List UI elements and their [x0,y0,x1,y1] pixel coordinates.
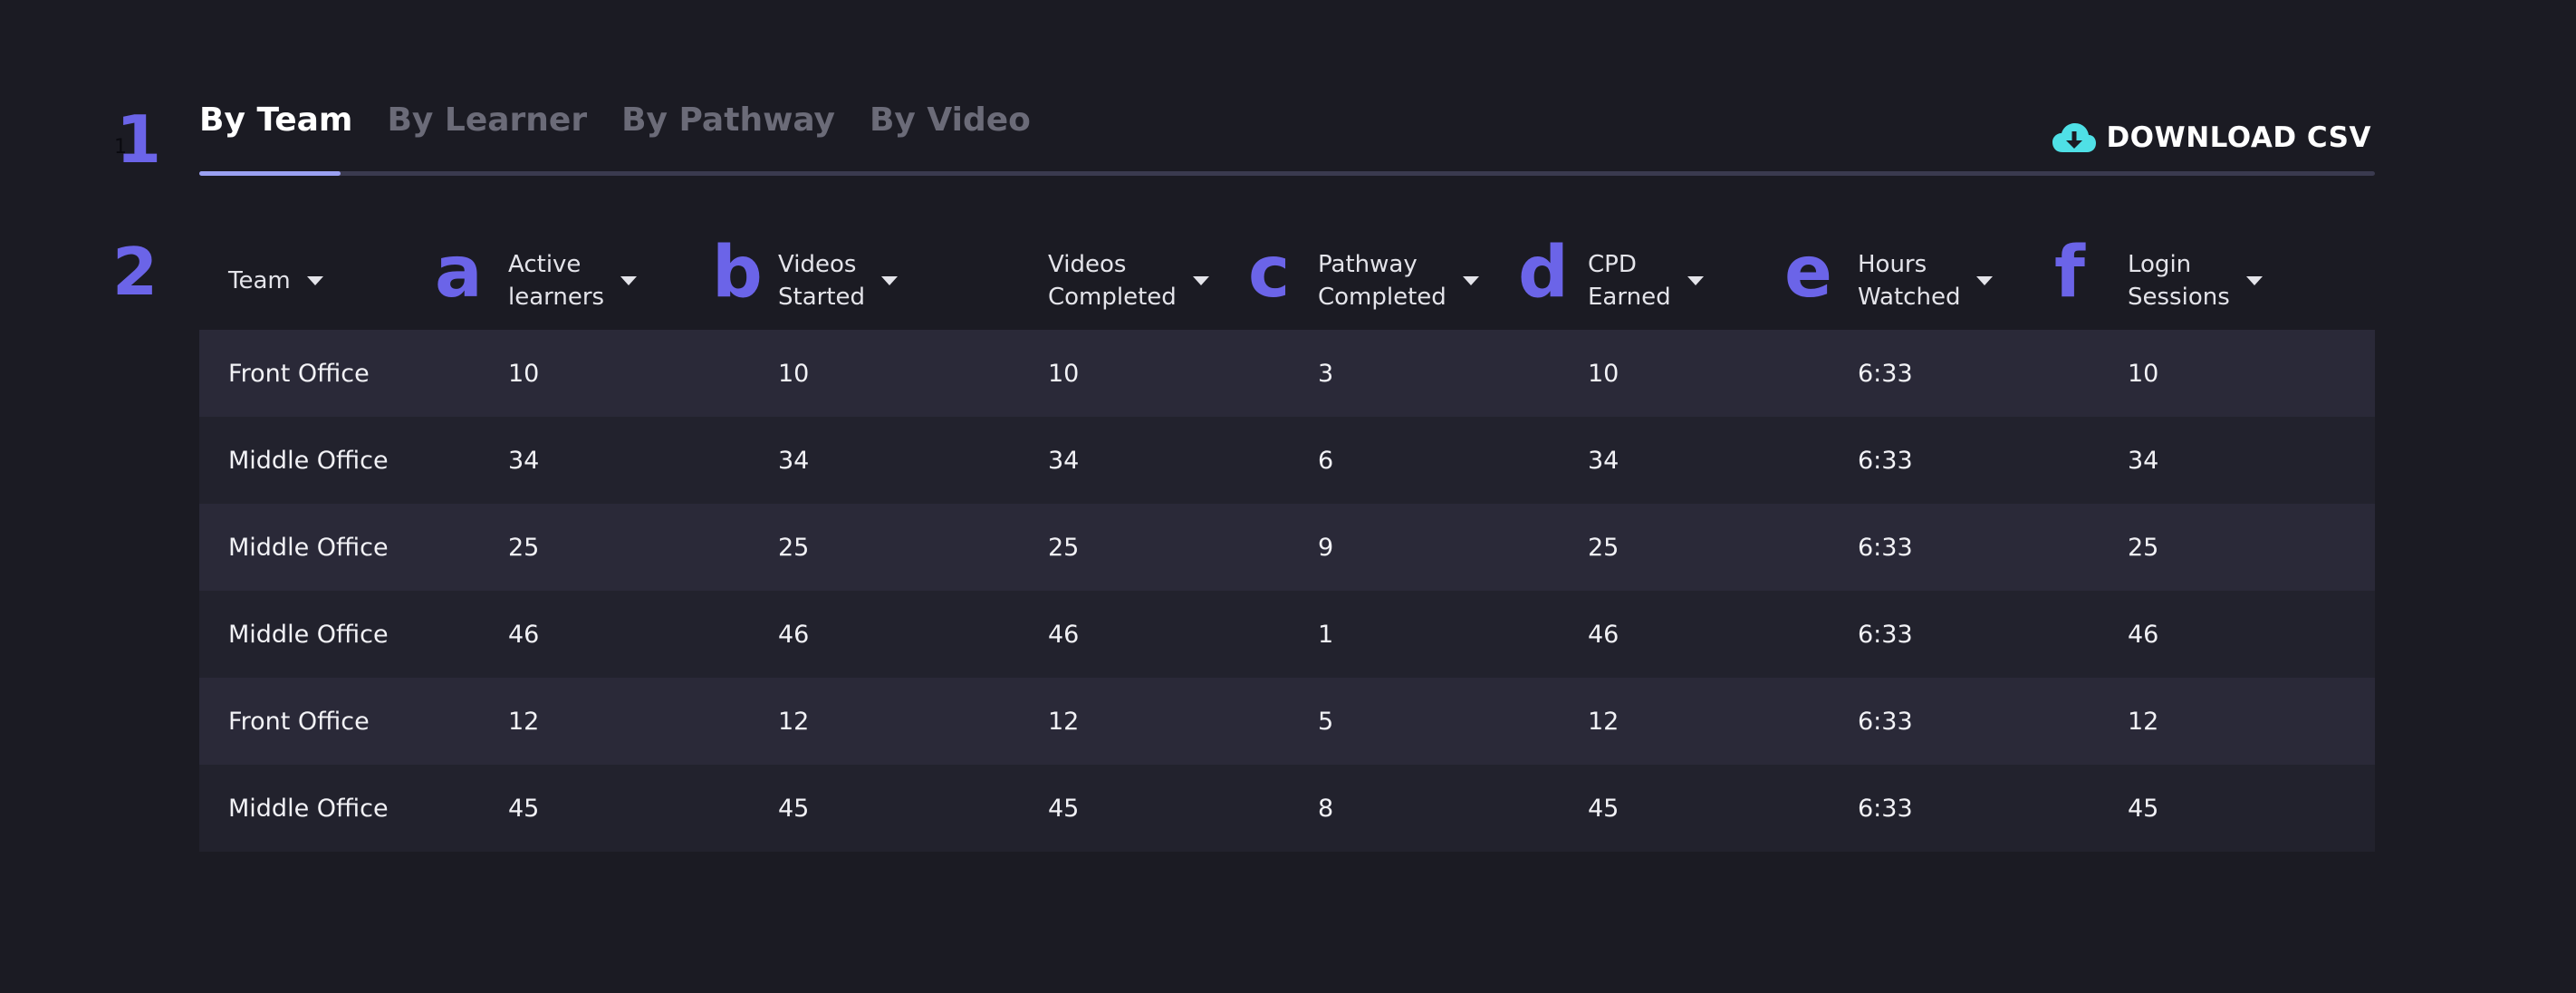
cell-hours-watched: 6:33 [1858,794,1913,823]
cell-hours-watched: 6:33 [1858,707,1913,736]
table-row: Middle Office 34 34 34 6 34 6:33 34 [199,417,2375,504]
sort-caret-icon [1462,276,1479,285]
cell-videos-started: 12 [778,707,810,736]
column-header-videos-completed[interactable]: Videos Completed [1019,248,1289,313]
cell-videos-completed: 12 [1048,707,1080,736]
cell-login-sessions: 12 [2128,707,2159,736]
tab-by-learner[interactable]: By Learner [387,101,587,157]
download-csv-button[interactable]: DOWNLOAD CSV [2052,121,2371,154]
column-header-login-sessions[interactable]: Login Sessions [2099,248,2375,313]
column-header-videos-started[interactable]: Videos Started [749,248,1019,313]
column-header-pathway-completed[interactable]: Pathway Completed [1289,248,1559,313]
cell-cpd-earned: 34 [1588,446,1620,475]
sort-caret-icon [881,276,899,285]
cell-pathway-completed: 6 [1318,446,1334,475]
cell-active-learners: 45 [508,794,540,823]
cell-active-learners: 12 [508,707,540,736]
cell-hours-watched: 6:33 [1858,533,1913,562]
cell-team: Middle Office [228,620,389,649]
cell-videos-completed: 45 [1048,794,1080,823]
tab-by-video[interactable]: By Video [870,101,1031,157]
cell-hours-watched: 6:33 [1858,446,1913,475]
cell-videos-started: 45 [778,794,810,823]
column-header-team[interactable]: Team [199,265,479,297]
cell-team: Middle Office [228,533,389,562]
cell-hours-watched: 6:33 [1858,620,1913,649]
cell-hours-watched: 6:33 [1858,359,1913,388]
column-header-active-learners[interactable]: Active learners [479,248,749,313]
cell-pathway-completed: 9 [1318,533,1334,562]
cell-login-sessions: 10 [2128,359,2159,388]
cell-pathway-completed: 1 [1318,620,1334,649]
cell-pathway-completed: 3 [1318,359,1334,388]
cell-cpd-earned: 25 [1588,533,1620,562]
table-row: Middle Office 25 25 25 9 25 6:33 25 [199,504,2375,591]
cell-cpd-earned: 10 [1588,359,1620,388]
cloud-download-icon [2052,121,2097,154]
column-header-label: Hours Watched [1858,251,1961,311]
cell-videos-completed: 34 [1048,446,1080,475]
column-header-label: Videos Completed [1048,251,1177,311]
team-report-table: Team Active learners Videos Started Vide… [199,232,2375,852]
column-header-label: CPD Earned [1588,251,1671,311]
table-row: Front Office 12 12 12 5 12 6:33 12 [199,678,2375,765]
cell-login-sessions: 25 [2128,533,2159,562]
cell-active-learners: 10 [508,359,540,388]
sort-caret-icon [1687,276,1704,285]
cell-active-learners: 34 [508,446,540,475]
column-header-label: Pathway Completed [1318,251,1447,311]
tab-divider [199,171,2375,176]
tab-by-team[interactable]: By Team [199,101,352,157]
sort-caret-icon [1976,276,1994,285]
sort-caret-icon [2245,276,2263,285]
cell-cpd-earned: 46 [1588,620,1620,649]
cell-login-sessions: 45 [2128,794,2159,823]
cell-pathway-completed: 8 [1318,794,1334,823]
cell-active-learners: 46 [508,620,540,649]
active-tab-indicator [199,171,341,176]
cell-active-learners: 25 [508,533,540,562]
cell-cpd-earned: 12 [1588,707,1620,736]
cell-videos-started: 46 [778,620,810,649]
cell-videos-started: 34 [778,446,810,475]
column-header-label: Team [228,267,291,294]
annotation-marker-1-small: 1 [114,136,127,159]
cell-login-sessions: 34 [2128,446,2159,475]
report-tabs: By Team By Learner By Pathway By Video [199,101,1031,157]
annotation-marker-2: 2 [112,234,159,310]
table-header-row: Team Active learners Videos Started Vide… [199,232,2375,330]
cell-pathway-completed: 5 [1318,707,1334,736]
column-header-label: Active learners [508,251,605,311]
tab-by-pathway[interactable]: By Pathway [621,101,835,157]
cell-videos-started: 25 [778,533,810,562]
column-header-label: Login Sessions [2128,251,2230,311]
column-header-label: Videos Started [778,251,866,311]
cell-videos-completed: 25 [1048,533,1080,562]
cell-team: Front Office [228,707,370,736]
sort-caret-icon [620,276,638,285]
table-row: Front Office 10 10 10 3 10 6:33 10 [199,330,2375,417]
column-header-cpd-earned[interactable]: CPD Earned [1559,248,1829,313]
sort-caret-icon [306,276,323,285]
sort-caret-icon [1192,276,1209,285]
table-row: Middle Office 46 46 46 1 46 6:33 46 [199,591,2375,678]
cell-videos-completed: 10 [1048,359,1080,388]
download-csv-label: DOWNLOAD CSV [2106,121,2371,154]
column-header-hours-watched[interactable]: Hours Watched [1829,248,2099,313]
cell-videos-started: 10 [778,359,810,388]
cell-team: Middle Office [228,794,389,823]
cell-login-sessions: 46 [2128,620,2159,649]
cell-videos-completed: 46 [1048,620,1080,649]
table-row: Middle Office 45 45 45 8 45 6:33 45 [199,765,2375,852]
cell-cpd-earned: 45 [1588,794,1620,823]
cell-team: Front Office [228,359,370,388]
cell-team: Middle Office [228,446,389,475]
